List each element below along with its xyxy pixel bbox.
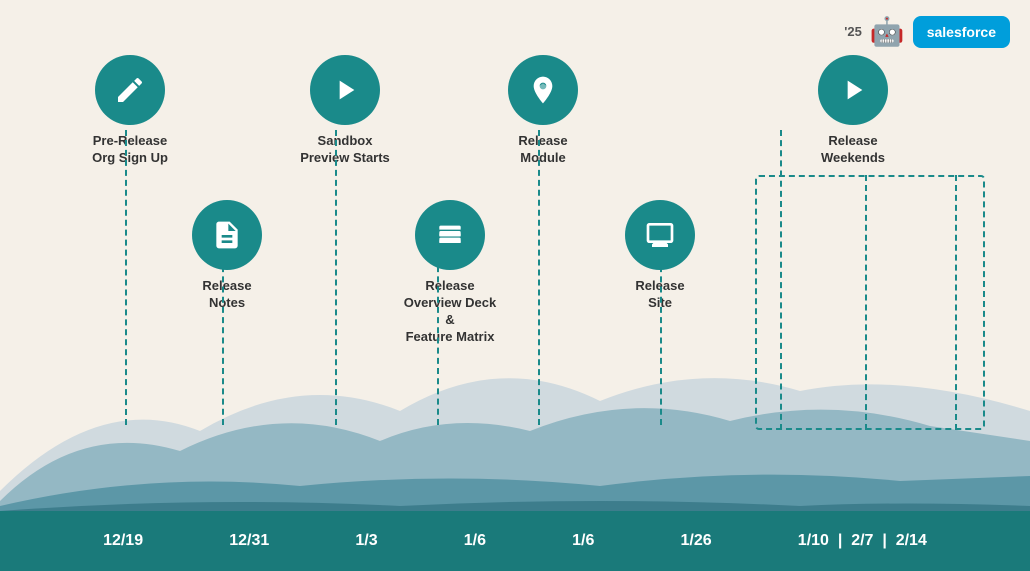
item-release-notes: ReleaseNotes [187, 200, 267, 312]
astro-character: 🤖 [870, 15, 905, 48]
item-pre-release: Pre-ReleaseOrg Sign Up [90, 55, 170, 167]
date-weekends: 1/10 | 2/7 | 2/14 [798, 532, 927, 550]
item-release-weekends: ReleaseWeekends [808, 55, 898, 167]
module-label: ReleaseModule [503, 133, 583, 167]
sandbox-icon [310, 55, 380, 125]
weekends-label: ReleaseWeekends [808, 133, 898, 167]
date-16a: 1/6 [464, 532, 486, 550]
date-1219: 12/19 [103, 532, 143, 550]
salesforce-branding: '25 🤖 salesforce [844, 15, 1010, 48]
module-icon [508, 55, 578, 125]
dashed-line-pre-release [125, 130, 127, 425]
dashed-line-sandbox [335, 130, 337, 425]
pre-release-icon [95, 55, 165, 125]
date-16b: 1/6 [572, 532, 594, 550]
timeline-content: Pre-ReleaseOrg Sign Up ReleaseNotes Sand… [0, 0, 1030, 511]
date-13: 1/3 [355, 532, 377, 550]
item-sandbox-preview: SandboxPreview Starts [300, 55, 390, 167]
date-1231: 12/31 [229, 532, 269, 550]
release-weekends-box [755, 175, 985, 430]
site-icon [625, 200, 695, 270]
item-release-module: ReleaseModule [503, 55, 583, 167]
year-label: '25 [844, 24, 862, 39]
date-126: 1/26 [681, 532, 712, 550]
overview-icon [415, 200, 485, 270]
sandbox-label: SandboxPreview Starts [300, 133, 390, 167]
release-notes-icon [192, 200, 262, 270]
release-notes-label: ReleaseNotes [187, 278, 267, 312]
weekends-icon [818, 55, 888, 125]
timeline-bar: 12/19 12/31 1/3 1/6 1/6 1/26 1/10 | 2/7 … [0, 511, 1030, 571]
salesforce-logo: salesforce [913, 16, 1010, 48]
overview-label: ReleaseOverview Deck &Feature Matrix [400, 278, 500, 346]
dashed-line-module [538, 130, 540, 425]
item-release-overview: ReleaseOverview Deck &Feature Matrix [400, 200, 500, 346]
pre-release-label: Pre-ReleaseOrg Sign Up [90, 133, 170, 167]
